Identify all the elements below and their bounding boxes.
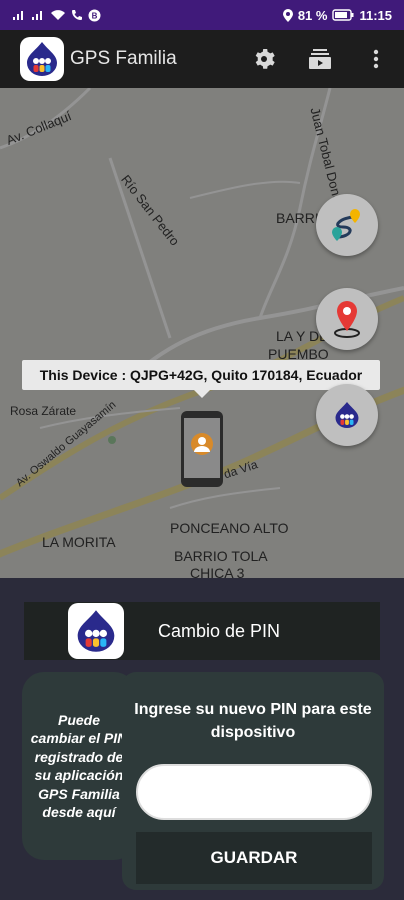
- phone-icon: [72, 10, 82, 20]
- pin-panel-logo: [68, 603, 124, 659]
- location-icon: [282, 8, 293, 22]
- status-icons-left: B: [12, 9, 101, 22]
- pin-input[interactable]: [136, 764, 372, 820]
- phone-icon: [181, 411, 223, 487]
- route-button[interactable]: [316, 194, 378, 256]
- signal-icon: [32, 11, 42, 20]
- subscriptions-button[interactable]: [304, 43, 336, 75]
- overflow-menu-button[interactable]: [360, 43, 392, 75]
- save-button[interactable]: GUARDAR: [136, 832, 372, 884]
- settings-button[interactable]: [248, 43, 280, 75]
- more-vert-icon: [373, 49, 379, 69]
- app-title: GPS Familia: [70, 48, 177, 69]
- signal-icon: [13, 11, 23, 20]
- map-pin-icon: [334, 301, 360, 338]
- subscriptions-icon: [309, 49, 331, 69]
- app-shortcut-button[interactable]: [316, 384, 378, 446]
- pin-prompt: Ingrese su nuevo PIN para este dispositi…: [134, 701, 372, 741]
- app-logo-icon: [335, 402, 359, 428]
- app-logo-icon: [27, 42, 57, 76]
- svg-text:B: B: [92, 11, 98, 20]
- clock: 11:15: [359, 7, 392, 23]
- app-notification-icon: B: [88, 9, 101, 21]
- wifi-call-icon: [51, 10, 65, 20]
- pin-panel-title: Cambio de PIN: [158, 620, 281, 641]
- settings-icon: [255, 49, 275, 69]
- app-logo-icon: [77, 610, 115, 652]
- status-icons-right: 81 % 11:15: [282, 7, 392, 23]
- battery-percent: 81 %: [297, 7, 328, 23]
- device-location-tooltip: This Device : QJPG+42G, Quito 170184, Ec…: [22, 360, 380, 398]
- app-logo: [20, 37, 64, 81]
- route-icon: [332, 209, 360, 241]
- battery-icon: [332, 9, 354, 21]
- map-view[interactable]: Av. Collaquí Juan Tobal Dona... BARRIO R…: [0, 88, 404, 578]
- app-bar: GPS Familia: [0, 30, 404, 88]
- pin-panel-header: Cambio de PIN: [24, 602, 380, 660]
- device-marker[interactable]: [180, 410, 224, 488]
- my-location-button[interactable]: [316, 288, 378, 350]
- status-bar: B 81 % 11:15: [0, 0, 404, 30]
